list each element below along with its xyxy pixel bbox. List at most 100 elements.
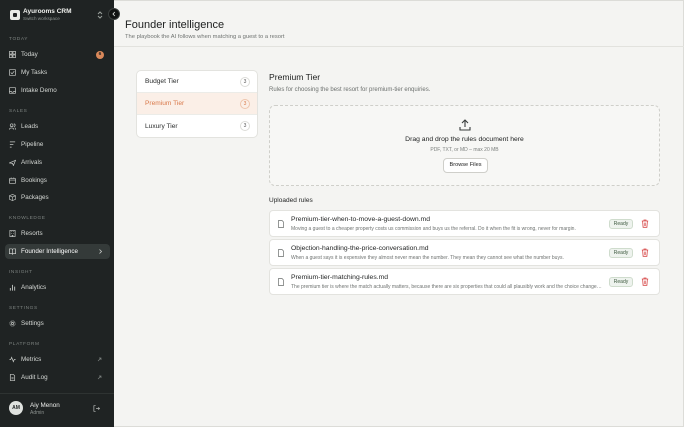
brand-name: Ayurooms CRM (23, 8, 72, 15)
dropzone-title: Drag and drop the rules document here (405, 136, 524, 143)
brand-subtitle: Switch workspace (23, 16, 60, 21)
pipeline-icon (9, 141, 16, 148)
sidebar-item-label: Settings (21, 320, 44, 327)
sidebar-item-label: Audit Log (21, 374, 48, 381)
tier-list: Budget Tier 3 Premium Tier 3 Luxury Tier… (136, 70, 258, 138)
external-link-icon (97, 357, 102, 362)
file-dropzone[interactable]: Drag and drop the rules document here PD… (269, 105, 660, 186)
plane-icon (9, 159, 16, 166)
sidebar-item-label: My Tasks (21, 69, 48, 76)
page-subtitle: The playbook the AI follows when matchin… (125, 34, 285, 40)
avatar[interactable]: AM (9, 401, 23, 415)
book-icon (9, 248, 16, 255)
chevron-right-icon (99, 249, 103, 254)
sidebar-item-resorts[interactable]: Resorts (5, 226, 110, 241)
tier-count-badge: 3 (240, 121, 250, 131)
sidebar-item-pipeline[interactable]: Pipeline (5, 137, 110, 152)
upload-icon (459, 119, 471, 131)
sidebar-item-today[interactable]: Today 6 (5, 47, 110, 62)
sidebar-item-leads[interactable]: Leads (5, 119, 110, 134)
package-icon (9, 194, 16, 201)
section-label-insight: INSIGHT (9, 270, 33, 275)
tier-label: Premium Tier (145, 100, 185, 107)
activity-icon (9, 356, 16, 363)
file-icon (278, 220, 284, 228)
status-badge: Ready (609, 219, 633, 229)
checklist-icon (9, 69, 16, 76)
bar-chart-icon (9, 284, 16, 291)
chevron-left-icon (112, 11, 116, 17)
trash-icon[interactable] (641, 219, 649, 228)
rule-file-name[interactable]: Objection-handling-the-price-conversatio… (291, 245, 429, 252)
inbox-icon (9, 87, 16, 94)
file-icon (278, 249, 284, 257)
page-header: Founder intelligence The playbook the AI… (114, 1, 684, 47)
grid-icon (9, 51, 16, 58)
rule-file-preview: Moving a guest to a cheaper property cos… (291, 226, 576, 232)
rule-file-name[interactable]: Premium-tier-matching-rules.md (291, 274, 388, 281)
tier-item-luxury[interactable]: Luxury Tier 3 (137, 115, 257, 137)
notification-badge: 6 (96, 50, 104, 59)
sidebar-item-bookings[interactable]: Bookings (5, 173, 110, 188)
status-badge: Ready (609, 248, 633, 258)
user-profile: AM Aiy Menon Admin (0, 393, 114, 427)
rule-file-preview: The premium tier is where the match actu… (291, 284, 603, 290)
section-label-today: TODAY (9, 37, 29, 42)
sidebar-item-packages[interactable]: Packages (5, 190, 110, 205)
chevron-up-down-icon[interactable] (96, 10, 104, 20)
main-content: Founder intelligence The playbook the AI… (114, 0, 684, 427)
sidebar-item-audit-log[interactable]: Audit Log (5, 370, 110, 385)
sidebar-item-label: Today (21, 51, 38, 58)
tier-count-badge: 3 (240, 99, 250, 109)
workspace-switcher[interactable]: Ayurooms CRM Switch workspace (10, 8, 72, 22)
tier-item-budget[interactable]: Budget Tier 3 (137, 71, 257, 93)
rule-file-row[interactable]: Premium-tier-matching-rules.md The premi… (269, 268, 660, 295)
sidebar-item-label: Resorts (21, 230, 43, 237)
sidebar-item-label: Pipeline (21, 141, 44, 148)
brand-logo (10, 10, 20, 20)
status-badge: Ready (609, 277, 633, 287)
user-role: Admin (30, 410, 45, 416)
sidebar-item-arrivals[interactable]: Arrivals (5, 155, 110, 170)
file-icon (278, 278, 284, 286)
sidebar-item-label: Metrics (21, 356, 42, 363)
users-icon (9, 123, 16, 130)
file-icon (9, 374, 16, 381)
sidebar-item-analytics[interactable]: Analytics (5, 280, 110, 295)
uploaded-rules-heading: Uploaded rules (269, 197, 313, 204)
logout-icon[interactable] (93, 405, 100, 412)
sidebar-item-settings[interactable]: Settings (5, 316, 110, 331)
tier-label: Budget Tier (145, 78, 179, 85)
rule-file-row[interactable]: Premium-tier-when-to-move-a-guest-down.m… (269, 210, 660, 237)
section-label-sales: SALES (9, 109, 28, 114)
sidebar-item-label: Founder Intelligence (21, 248, 79, 255)
section-label-platform: PLATFORM (9, 342, 40, 347)
sidebar-item-label: Leads (21, 123, 39, 130)
rule-file-preview: When a guest says it is expensive they a… (291, 255, 564, 261)
rule-file-name[interactable]: Premium-tier-when-to-move-a-guest-down.m… (291, 216, 430, 223)
tier-item-premium[interactable]: Premium Tier 3 (137, 93, 257, 115)
sidebar-item-founder-intelligence[interactable]: Founder Intelligence (5, 244, 110, 259)
page-title: Founder intelligence (125, 19, 225, 31)
user-name: Aiy Menon (30, 402, 60, 409)
tier-label: Luxury Tier (145, 122, 178, 130)
dropzone-hint: PDF, TXT, or MD – max 20 MB (430, 147, 499, 153)
external-link-icon (97, 375, 102, 380)
sidebar-item-label: Bookings (21, 177, 47, 184)
trash-icon[interactable] (641, 248, 649, 257)
calendar-icon (9, 177, 16, 184)
collapse-sidebar-button[interactable] (108, 8, 120, 20)
tier-detail-subtitle: Rules for choosing the best resort for p… (269, 87, 431, 93)
sidebar-item-label: Analytics (21, 284, 47, 291)
sidebar-item-my-tasks[interactable]: My Tasks (5, 65, 110, 80)
tier-detail-title: Premium Tier (269, 72, 321, 82)
sidebar-item-metrics[interactable]: Metrics (5, 352, 110, 367)
sidebar: Ayurooms CRM Switch workspace TODAY Toda… (0, 0, 114, 427)
sidebar-item-label: Packages (21, 194, 49, 201)
trash-icon[interactable] (641, 277, 649, 286)
gear-icon (9, 320, 16, 327)
sidebar-item-intake-demo[interactable]: Intake Demo (5, 83, 110, 98)
browse-files-button[interactable]: Browse Files (443, 158, 488, 173)
building-icon (9, 230, 16, 237)
rule-file-row[interactable]: Objection-handling-the-price-conversatio… (269, 239, 660, 266)
